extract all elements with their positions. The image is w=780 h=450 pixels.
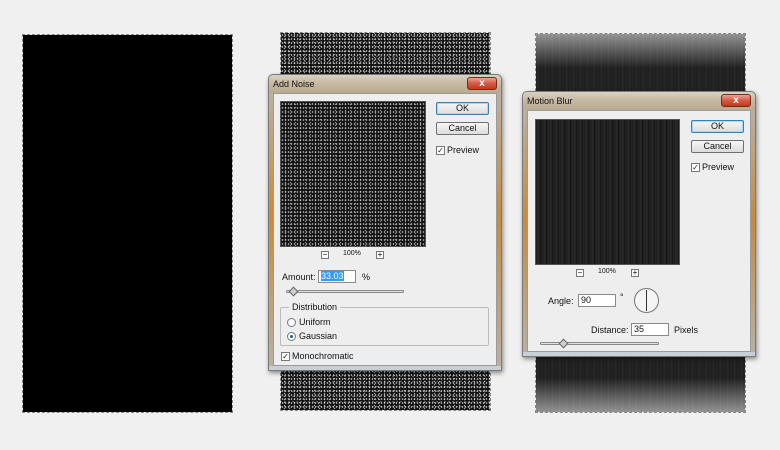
ok-button[interactable]: OK [436,102,489,115]
canvas-selection-black [22,34,233,413]
cancel-button[interactable]: Cancel [436,122,489,135]
zoom-out-button[interactable]: − [321,251,329,259]
close-button[interactable]: x [721,94,751,107]
zoom-level: 100% [598,268,616,275]
motion-blur-preview[interactable] [535,119,680,265]
angle-label: Angle: [548,296,574,306]
distance-unit: Pixels [674,325,699,335]
monochromatic-label: Monochromatic [292,351,354,361]
motion-blur-dialog: Motion Blur x − 100% + OK Cancel ✓ Previ… [522,91,756,357]
uniform-label: Uniform [299,317,331,327]
preview-checkbox[interactable]: ✓ [436,146,445,155]
dialog-title: Add Noise [273,79,315,89]
dialog-title: Motion Blur [527,96,573,106]
frame-border-right [497,93,501,366]
noise-preview[interactable] [280,101,426,247]
motion-blur-content: − 100% + OK Cancel ✓ Preview Angle: 90 °… [527,110,751,352]
amount-slider-thumb[interactable] [288,286,299,297]
angle-dial[interactable] [634,288,659,313]
close-button[interactable]: x [467,77,497,90]
amount-value: 33.03 [321,271,344,281]
distribution-group: Distribution Uniform Gaussian [280,302,489,346]
zoom-in-button[interactable]: + [631,269,639,277]
distance-label: Distance: [591,325,629,335]
uniform-radio[interactable] [287,318,296,327]
distance-slider-thumb[interactable] [558,338,569,349]
amount-unit: % [362,272,371,282]
preview-checkbox[interactable]: ✓ [691,163,700,172]
preview-label: Preview [447,145,480,155]
monochromatic-checkbox[interactable]: ✓ [281,352,290,361]
cancel-button[interactable]: Cancel [691,140,744,153]
angle-input[interactable]: 90 [578,294,616,307]
zoom-out-button[interactable]: − [576,269,584,277]
add-noise-titlebar[interactable]: Add Noise x [269,75,501,93]
amount-input[interactable]: 33.03 [318,270,356,283]
motion-blur-titlebar[interactable]: Motion Blur x [523,92,755,110]
distribution-legend: Distribution [289,302,341,312]
add-noise-content: − 100% + OK Cancel ✓ Preview Amount: 33.… [273,93,497,366]
distance-input[interactable]: 35 [631,323,669,336]
amount-slider[interactable] [286,290,404,293]
frame-border-right [751,110,755,352]
zoom-in-button[interactable]: + [376,251,384,259]
angle-unit: ° [620,292,624,302]
amount-label: Amount: [282,272,316,282]
add-noise-dialog: Add Noise x − 100% + OK Cancel ✓ Preview… [268,74,502,371]
gaussian-radio[interactable] [287,332,296,341]
ok-button[interactable]: OK [691,120,744,133]
gaussian-label: Gaussian [299,331,338,341]
preview-label: Preview [702,162,735,172]
zoom-level: 100% [343,250,361,257]
